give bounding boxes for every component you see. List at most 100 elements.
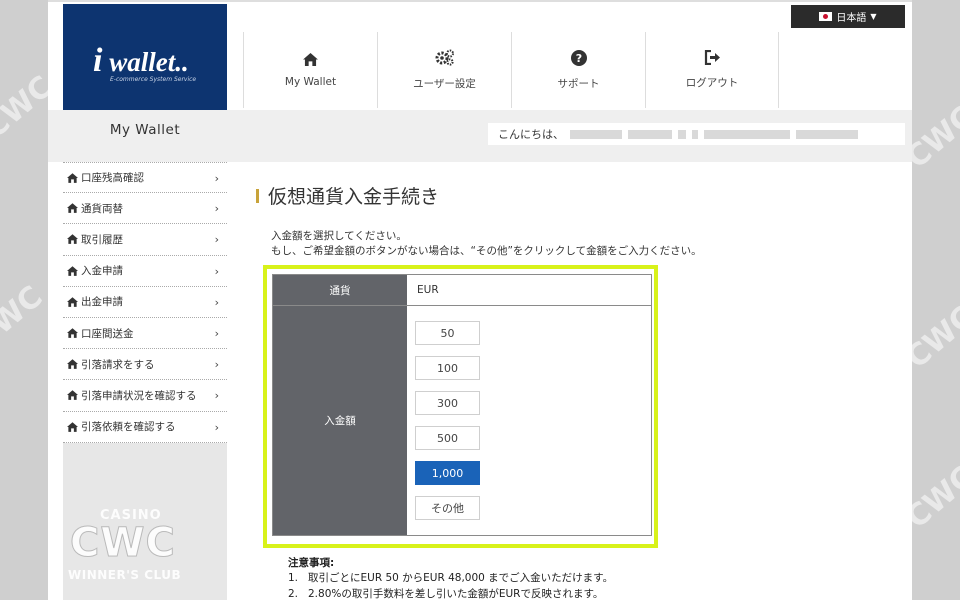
home-icon [67, 421, 78, 432]
sidebar-item-balance[interactable]: 口座残高確認 › [63, 162, 227, 194]
cwc-watermark-logo: CASINO CWC WINNER'S CLUB [68, 508, 182, 582]
note-text: 2.80%の取引手数料を差し引いた金額がEURで反映されます。 [308, 587, 604, 600]
nav-label: ユーザー設定 [413, 78, 476, 90]
redacted-name [628, 129, 672, 139]
redacted-name [692, 129, 698, 139]
instructions: 入金額を選択してください。 もし、ご希望金額のボタンがない場合は、“その他”をク… [271, 229, 702, 259]
amount-50-button[interactable]: 50 [415, 321, 480, 345]
sidebar-item-label: 入金申請 [81, 265, 123, 278]
sidebar-item-label: 引落請求をする [81, 358, 155, 371]
note-number: 2. [288, 587, 299, 600]
sidebar-item-label: 引落申請状況を確認する [81, 389, 197, 402]
japan-flag-icon [819, 12, 833, 21]
sidebar-item-label: 口座残高確認 [81, 172, 144, 185]
left-margin: CWC CWC [0, 0, 48, 600]
chevron-right-icon: › [214, 233, 219, 247]
amount-row: 入金額 50 100 300 500 1,000 その他 [273, 306, 651, 535]
logout-icon [704, 50, 720, 65]
greeting-box: こんにちは、 [488, 123, 905, 145]
greeting-text: こんにちは、 [498, 128, 564, 141]
redacted-name [704, 129, 790, 139]
chevron-right-icon: › [214, 420, 219, 434]
svg-text:?: ? [575, 52, 581, 65]
sidebar-item-debit-status[interactable]: 引落申請状況を確認する › [63, 380, 227, 412]
sidebar-item-history[interactable]: 取引履歴 › [63, 224, 227, 256]
language-label: 日本語 [836, 13, 867, 24]
page-title-text: 仮想通貨入金手続き [268, 186, 440, 208]
amount-1000-button[interactable]: 1,000 [415, 461, 480, 485]
logo[interactable]: i wallet.. E-commerce System Service [63, 4, 227, 112]
sidebar-item-debit-request[interactable]: 引落請求をする › [63, 349, 227, 381]
note-text: 取引ごとにEUR 50 からEUR 48,000 までご入金いただけます。 [308, 572, 614, 584]
home-icon [67, 390, 78, 401]
nav-label: サポート [557, 77, 600, 90]
sidebar-item-label: 通貨両替 [81, 202, 123, 215]
page-title: 仮想通貨入金手続き [256, 182, 439, 209]
currency-row: 通貨 EUR [273, 275, 651, 306]
currency-value: EUR [417, 284, 439, 296]
notes-list: 1. 取引ごとにEUR 50 からEUR 48,000 までご入金いただけます。 … [288, 571, 613, 600]
logo-text: wallet.. [109, 47, 189, 77]
redacted-name [796, 129, 858, 139]
amount-other-button[interactable]: その他 [415, 496, 480, 520]
amount-label: 入金額 [273, 306, 407, 535]
amount-options: 50 100 300 500 1,000 その他 [407, 306, 651, 535]
sidebar-item-transfer[interactable]: 口座間送金 › [63, 318, 227, 350]
chevron-right-icon: › [214, 202, 219, 216]
sidebar-item-label: 口座間送金 [81, 327, 134, 340]
chevron-right-icon: › [214, 389, 219, 403]
sidebar-item-label: 取引履歴 [81, 233, 123, 246]
redacted-name [570, 129, 622, 139]
title-accent-bar [256, 188, 259, 203]
greeting-bar: My Wallet こんにちは、 [48, 110, 912, 162]
right-margin: CWC CWC CWC [912, 0, 960, 600]
currency-label: 通貨 [273, 275, 407, 305]
sidebar-item-debit-confirm[interactable]: 引落依頼を確認する › [63, 412, 227, 443]
amount-100-button[interactable]: 100 [415, 356, 480, 380]
logo-letter: i [93, 42, 103, 79]
header: i wallet.. E-commerce System Service My … [48, 0, 912, 112]
gears-icon [435, 49, 454, 66]
nav-logout[interactable]: ログアウト [645, 32, 779, 108]
redacted-name [678, 129, 686, 139]
note-number: 1. [288, 572, 299, 584]
sidebar-item-label: 引落依頼を確認する [81, 421, 176, 434]
home-icon [67, 172, 78, 183]
instruction-line: 入金額を選択してください。 [271, 230, 407, 242]
language-dropdown[interactable]: 日本語 ▼ [791, 5, 905, 28]
home-icon [303, 52, 318, 66]
home-icon [67, 328, 78, 338]
question-icon: ? [570, 49, 587, 66]
sidebar-item-deposit[interactable]: 入金申請 › [63, 256, 227, 287]
home-icon [67, 203, 78, 214]
home-icon [67, 234, 78, 245]
notes-title: 注意事項: [288, 557, 335, 569]
chevron-right-icon: › [214, 295, 219, 309]
instruction-line: もし、ご希望金額のボタンがない場合は、“その他”をクリックして金額をご入力くださ… [271, 245, 702, 257]
amount-500-button[interactable]: 500 [415, 426, 480, 450]
caret-down-icon: ▼ [870, 12, 877, 21]
amount-300-button[interactable]: 300 [415, 391, 480, 415]
nav-my-wallet[interactable]: My Wallet [243, 32, 377, 108]
note-item: 2. 2.80%の取引手数料を差し引いた金額がEURで反映されます。 [288, 587, 613, 600]
nav-label: ログアウト [685, 77, 739, 89]
nav-label: My Wallet [284, 75, 337, 88]
sidebar-menu: 口座残高確認 › 通貨両替 › 取引履歴 › 入金申請 › 出金申請 › 口座間… [63, 162, 227, 443]
chevron-right-icon: › [214, 326, 219, 340]
home-icon [67, 359, 78, 370]
chevron-right-icon: › [214, 264, 219, 278]
home-icon [67, 265, 78, 276]
sidebar-item-exchange[interactable]: 通貨両替 › [63, 193, 227, 225]
nav-support[interactable]: ? サポート [511, 32, 645, 108]
sidebar-item-label: 出金申請 [81, 296, 123, 309]
chevron-right-icon: › [214, 172, 219, 185]
home-icon [67, 297, 78, 307]
chevron-right-icon: › [214, 358, 219, 372]
note-item: 1. 取引ごとにEUR 50 からEUR 48,000 までご入金いただけます。 [288, 571, 613, 587]
sidebar-title: My Wallet [109, 122, 181, 138]
nav-user-settings[interactable]: ユーザー設定 [377, 32, 511, 108]
main-nav: My Wallet ユーザー設定 ? サポート ログアウト [243, 32, 779, 108]
logo-subtitle: E-commerce System Service [110, 76, 197, 83]
deposit-form-table: 通貨 EUR 入金額 50 100 300 500 1,000 その他 [272, 274, 652, 536]
sidebar-item-withdraw[interactable]: 出金申請 › [63, 287, 227, 318]
